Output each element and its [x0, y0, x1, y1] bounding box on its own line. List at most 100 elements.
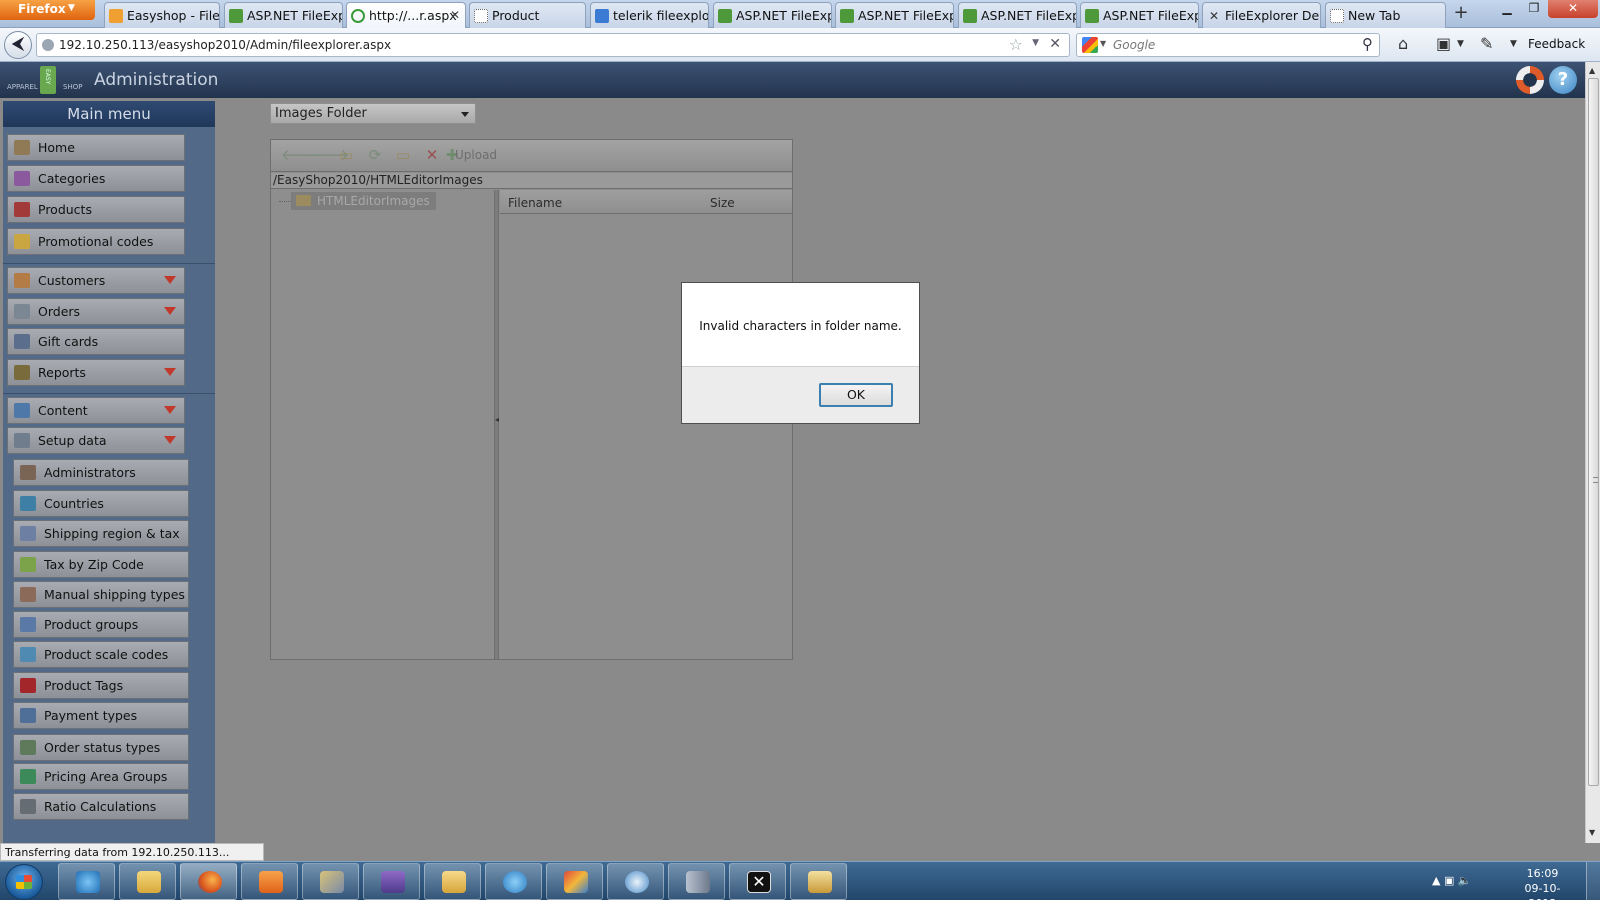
addon-icon[interactable]: ✎: [1480, 34, 1493, 53]
close-window-button[interactable]: ✕: [1548, 0, 1598, 18]
browser-tab[interactable]: telerik fileexplor...: [590, 2, 709, 28]
minimize-window-button[interactable]: ▁: [1494, 0, 1520, 18]
help-icon[interactable]: ?: [1549, 66, 1577, 94]
new-folder-icon[interactable]: ▭: [394, 147, 412, 163]
search-input[interactable]: ▼ Google ⚲: [1076, 33, 1380, 57]
open-folder-icon[interactable]: ▭: [337, 147, 355, 163]
taskbar-visual-studio[interactable]: [363, 863, 420, 900]
sidebar-subitem-pricing-area-groups[interactable]: Pricing Area Groups: [13, 763, 189, 790]
browser-tab[interactable]: ASP.NET FileExp...: [835, 2, 954, 28]
sidebar-subitem-manual-shipping-types[interactable]: Manual shipping types: [13, 581, 189, 608]
close-tab-icon[interactable]: ✕: [450, 8, 460, 22]
sidebar-subitem-product-tags[interactable]: Product Tags: [13, 672, 189, 699]
home-icon[interactable]: ⌂: [1398, 34, 1408, 53]
sidebar-item-reports[interactable]: Reports: [7, 359, 185, 386]
browser-tab[interactable]: ✕ FileExplorer De...: [1202, 2, 1321, 28]
bookmarks-dropdown-icon[interactable]: ▼: [1457, 39, 1464, 49]
sidebar-subitem-administrators[interactable]: Administrators: [13, 459, 189, 486]
stop-icon[interactable]: ✕: [1049, 36, 1061, 52]
sidebar-subitem-product-groups[interactable]: Product groups: [13, 611, 189, 638]
start-button[interactable]: [5, 864, 43, 900]
pane-splitter[interactable]: ◂: [495, 190, 499, 659]
expand-arrow-icon[interactable]: [164, 436, 176, 444]
sidebar-subitem-countries[interactable]: Countries: [13, 490, 189, 517]
easyshop-logo[interactable]: APPAREL EASY SHOP: [7, 66, 85, 96]
sidebar-subitem-payment-types[interactable]: Payment types: [13, 702, 189, 729]
taskbar-server[interactable]: [668, 863, 725, 900]
taskbar-outlook[interactable]: [424, 863, 481, 900]
browser-tab-active[interactable]: http://...r.aspx ✕: [346, 2, 466, 29]
sidebar-item-content[interactable]: Content: [7, 397, 185, 424]
sidebar-item-categories[interactable]: Categories: [7, 165, 185, 192]
browser-tab[interactable]: Product: [469, 2, 586, 28]
address-bar[interactable]: 192.10.250.113/easyshop2010/Admin/fileex…: [36, 33, 1070, 57]
sidebar-item-label: Setup data: [38, 433, 107, 448]
blank-page-icon: [1330, 9, 1344, 23]
restore-window-button[interactable]: ❐: [1521, 0, 1547, 18]
scroll-down-arrow-icon[interactable]: ▼: [1589, 828, 1595, 837]
back-arrow-icon[interactable]: 🡐: [281, 147, 321, 163]
browser-tab[interactable]: ASP.NET FileExp...: [958, 2, 1077, 28]
support-lifebuoy-icon[interactable]: [1516, 66, 1544, 94]
scrollbar-thumb[interactable]: [1588, 78, 1599, 786]
upload-button[interactable]: Upload: [455, 148, 497, 162]
browser-tab[interactable]: ASP.NET FileExp...: [1080, 2, 1199, 28]
site-identity-icon[interactable]: [42, 39, 54, 51]
browser-tab[interactable]: New Tab: [1325, 2, 1446, 28]
tree-node-root[interactable]: HTMLEditorImages: [291, 192, 436, 210]
ok-button[interactable]: OK: [819, 383, 893, 407]
sidebar-item-gift-cards[interactable]: Gift cards: [7, 328, 185, 355]
back-button[interactable]: ⮜: [4, 31, 32, 59]
history-dropdown-icon[interactable]: ▼: [1032, 38, 1039, 48]
taskbar-messenger[interactable]: [485, 863, 542, 900]
system-clock[interactable]: 16:09 09-10-2012: [1515, 866, 1570, 900]
taskbar-firefox[interactable]: [180, 863, 237, 900]
taskbar-media-player[interactable]: [241, 863, 298, 900]
expand-arrow-icon[interactable]: [164, 276, 176, 284]
bookmark-star-icon[interactable]: ☆: [1009, 35, 1023, 54]
delete-icon[interactable]: ✕: [423, 147, 441, 163]
forward-arrow-icon[interactable]: 🡒: [309, 147, 349, 163]
sidebar-subitem-ratio-calculations[interactable]: Ratio Calculations: [13, 793, 189, 820]
browser-tab[interactable]: ASP.NET FileExp...: [224, 2, 343, 28]
sidebar-item-home[interactable]: Home: [7, 134, 185, 161]
taskbar-terminal[interactable]: ✕: [729, 863, 786, 900]
sidebar-subitem-product-scale-codes[interactable]: Product scale codes: [13, 641, 189, 668]
addon-dropdown-icon[interactable]: ▼: [1510, 39, 1517, 49]
taskbar-clipboard[interactable]: [790, 863, 847, 900]
sidebar-item-promotional-codes[interactable]: Promotional codes: [7, 228, 185, 255]
scroll-up-arrow-icon[interactable]: ▲: [1589, 66, 1595, 75]
search-icon[interactable]: ⚲: [1362, 35, 1373, 53]
sidebar-item-customers[interactable]: Customers: [7, 267, 185, 294]
sidebar-subitem-order-status-types[interactable]: Order status types: [13, 734, 189, 761]
show-desktop-button[interactable]: [1586, 862, 1600, 900]
tray-icons[interactable]: ▲ ▣ 🔈: [1432, 874, 1472, 887]
firefox-menu-button[interactable]: Firefox ▼: [0, 0, 95, 20]
column-size[interactable]: Size: [710, 196, 735, 210]
feedback-button[interactable]: Feedback: [1528, 37, 1585, 51]
expand-arrow-icon[interactable]: [164, 368, 176, 376]
vertical-scrollbar[interactable]: ▲ ▼: [1585, 62, 1600, 843]
browser-tab[interactable]: ASP.NET FileExp...: [713, 2, 832, 28]
sidebar-item-orders[interactable]: Orders: [7, 298, 185, 325]
expand-arrow-icon[interactable]: [164, 307, 176, 315]
sidebar-item-setup-data[interactable]: Setup data: [7, 427, 185, 454]
taskbar-safari[interactable]: [607, 863, 664, 900]
sidebar-item-products[interactable]: Products: [7, 196, 185, 223]
new-tab-button[interactable]: +: [1450, 3, 1472, 25]
taskbar-tools[interactable]: [302, 863, 359, 900]
engine-dropdown-icon[interactable]: ▼: [1100, 39, 1106, 48]
folder-select[interactable]: Images Folder: [270, 103, 476, 124]
taskbar-explorer[interactable]: [119, 863, 176, 900]
bookmarks-menu-icon[interactable]: ▣: [1436, 34, 1451, 53]
sidebar-subitem-shipping-region-tax[interactable]: Shipping region & tax: [13, 520, 189, 547]
sidebar-subitem-tax-by-zip[interactable]: Tax by Zip Code: [13, 551, 189, 578]
google-engine-icon[interactable]: [1082, 37, 1098, 53]
refresh-icon[interactable]: ⟳: [366, 147, 384, 163]
column-filename[interactable]: Filename: [508, 196, 562, 210]
taskbar-ie[interactable]: [58, 863, 115, 900]
collapse-arrow-icon[interactable]: ◂: [495, 415, 499, 424]
taskbar-app[interactable]: [546, 863, 603, 900]
browser-tab[interactable]: Easyshop - File ...: [104, 2, 220, 28]
expand-arrow-icon[interactable]: [164, 406, 176, 414]
